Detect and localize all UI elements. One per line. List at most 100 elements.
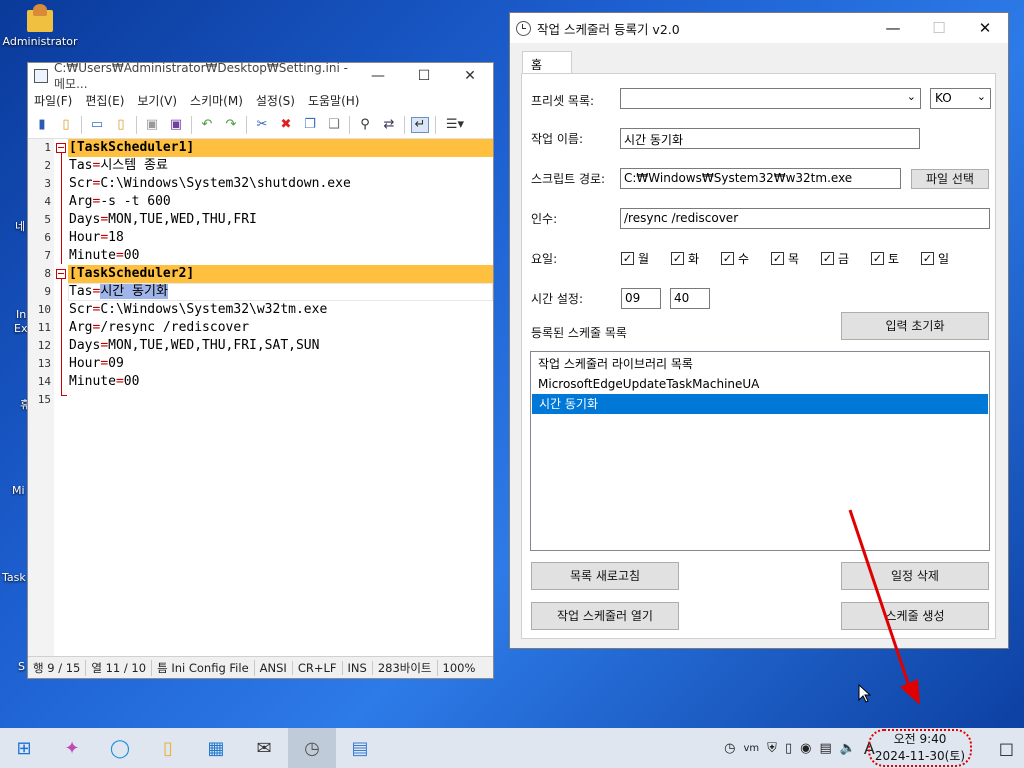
day-checkbox-tue[interactable]: ✓ 화 bbox=[671, 250, 699, 267]
desktop-edge-label[interactable]: Task bbox=[2, 571, 26, 584]
day-checkbox-fri[interactable]: ✓ 금 bbox=[821, 250, 849, 267]
edge-browser-icon[interactable]: ◯ bbox=[96, 728, 144, 768]
desktop-edge-label[interactable]: Ex bbox=[14, 322, 27, 335]
maximize-button[interactable]: ☐ bbox=[916, 19, 962, 37]
undo-icon[interactable]: ↶ bbox=[198, 117, 216, 133]
delete-icon[interactable]: ✖ bbox=[277, 117, 295, 133]
equals-sign: = bbox=[100, 230, 109, 245]
scheduler-taskbar-icon[interactable]: ◷ bbox=[288, 728, 336, 768]
status-line: 행 9 / 15 bbox=[28, 659, 87, 676]
notification-icon[interactable]: □ bbox=[999, 739, 1014, 758]
fold-toggle-icon[interactable] bbox=[56, 143, 66, 153]
folder-icon[interactable]: ▯ bbox=[112, 117, 130, 133]
args-label: 인수: bbox=[531, 212, 558, 226]
day-checkbox-thu[interactable]: ✓ 목 bbox=[771, 250, 799, 267]
close-button[interactable]: ✕ bbox=[962, 19, 1008, 37]
taskbar-clock[interactable]: 오전 9:40 2024-11-30(토) bbox=[868, 729, 972, 767]
store-icon[interactable]: ▦ bbox=[192, 728, 240, 768]
word-wrap-icon[interactable]: ↵ bbox=[411, 116, 429, 133]
ini-value: MON,TUE,WED,THU,FRI,SAT,SUN bbox=[108, 338, 320, 353]
minute-input[interactable]: 40 bbox=[670, 288, 710, 309]
equals-sign: = bbox=[115, 374, 124, 389]
day-checkbox-wed[interactable]: ✓ 수 bbox=[721, 250, 749, 267]
volume-icon[interactable]: 🔈 bbox=[840, 741, 856, 756]
list-item[interactable]: MicrosoftEdgeUpdateTaskMachineUA bbox=[531, 374, 989, 394]
security-shield-icon[interactable]: ⛨ bbox=[767, 741, 777, 756]
notepad-toolbar: ▮ ▯ ▭ ▯ ▣ ▣ ↶ ↷ ✂ ✖ ❐ ❑ ⚲ ⇄ ↵ ☰▾ bbox=[28, 111, 493, 139]
menu-edit[interactable]: 편집(E) bbox=[85, 92, 124, 109]
start-button[interactable]: ⊞ bbox=[0, 728, 48, 768]
reset-input-button[interactable]: 입력 초기화 bbox=[841, 312, 989, 340]
fold-toggle-icon[interactable] bbox=[56, 269, 66, 279]
notepad-taskbar-icon[interactable]: ▤ bbox=[336, 728, 384, 768]
equals-sign: = bbox=[100, 356, 109, 371]
menu-scheme[interactable]: 스키마(M) bbox=[190, 92, 243, 109]
line-number: 4 bbox=[44, 195, 51, 208]
notepad-menubar: 파일(F) 편집(E) 보기(V) 스키마(M) 설정(S) 도움말(H) bbox=[28, 89, 493, 111]
new-file-icon[interactable]: ▮ bbox=[33, 117, 51, 133]
editor-area[interactable]: 1 [TaskScheduler1] 2 Tas=시스템 종료 3 Scr=C:… bbox=[28, 139, 493, 658]
desktop-edge-label[interactable]: In bbox=[16, 308, 26, 321]
notepad-titlebar[interactable]: C:₩Users₩Administrator₩Desktop₩Setting.i… bbox=[28, 60, 493, 91]
day-checkbox-mon[interactable]: ✓ 월 bbox=[621, 250, 649, 267]
list-item-selected[interactable]: 시간 동기화 bbox=[532, 394, 988, 414]
list-item[interactable]: 작업 스케줄러 라이브러리 목록 bbox=[531, 354, 989, 374]
network-icon[interactable]: ▤ bbox=[819, 741, 831, 756]
maximize-button[interactable]: ☐ bbox=[401, 68, 447, 84]
menu-help[interactable]: 도움말(H) bbox=[308, 92, 360, 109]
day-label: 금 bbox=[838, 252, 850, 266]
minimize-button[interactable]: — bbox=[870, 19, 916, 37]
menu-settings[interactable]: 설정(S) bbox=[256, 92, 295, 109]
cut-icon[interactable]: ✂ bbox=[253, 117, 271, 133]
document-icon[interactable]: ▭ bbox=[88, 117, 106, 133]
find-icon[interactable]: ⚲ bbox=[356, 117, 374, 133]
day-checkbox-sat[interactable]: ✓ 토 bbox=[871, 250, 899, 267]
hour-input[interactable]: 09 bbox=[621, 288, 661, 309]
preset-dropdown[interactable]: ⌄ bbox=[620, 88, 921, 109]
notepad-title: C:₩Users₩Administrator₩Desktop₩Setting.i… bbox=[54, 60, 348, 91]
language-dropdown[interactable]: KO ⌄ bbox=[930, 88, 991, 109]
clock-tray-icon[interactable]: ◷ bbox=[724, 741, 735, 756]
copilot-icon[interactable]: ✦ bbox=[48, 728, 96, 768]
list-options-icon[interactable]: ☰▾ bbox=[442, 117, 468, 133]
redo-icon[interactable]: ↷ bbox=[222, 117, 240, 133]
status-column: 열 11 / 10 bbox=[86, 659, 153, 676]
paste-icon[interactable]: ❑ bbox=[325, 117, 343, 133]
tab-home[interactable]: 홈 bbox=[522, 51, 572, 74]
save-as-icon[interactable]: ▣ bbox=[167, 117, 185, 133]
day-checkbox-sun[interactable]: ✓ 일 bbox=[921, 250, 949, 267]
replace-icon[interactable]: ⇄ bbox=[380, 117, 398, 133]
vm-tray-icon[interactable]: vm bbox=[744, 743, 760, 754]
desktop-edge-label[interactable]: Mi bbox=[12, 484, 25, 497]
refresh-list-button[interactable]: 목록 새로고침 bbox=[531, 562, 679, 590]
minimize-button[interactable]: — bbox=[355, 68, 401, 84]
close-button[interactable]: ✕ bbox=[447, 68, 493, 84]
file-select-button[interactable]: 파일 선택 bbox=[911, 169, 989, 189]
task-name-input[interactable]: 시간 동기화 bbox=[620, 128, 920, 149]
menu-view[interactable]: 보기(V) bbox=[137, 92, 177, 109]
desktop-edge-label[interactable]: 네 bbox=[15, 218, 25, 234]
open-folder-icon[interactable]: ▯ bbox=[57, 117, 75, 133]
save-icon[interactable]: ▣ bbox=[143, 117, 161, 133]
desktop-icon-label: Administrator bbox=[2, 35, 78, 48]
desktop-icon-administrator[interactable]: Administrator bbox=[2, 4, 78, 48]
script-path-input[interactable]: C:₩Windows₩System32₩w32tm.exe bbox=[620, 168, 901, 189]
args-input[interactable]: /resync /rediscover bbox=[620, 208, 990, 229]
mail-icon[interactable]: ✉ bbox=[240, 728, 288, 768]
usb-icon[interactable]: ▯ bbox=[785, 741, 792, 756]
status-scheme: 틈 Ini Config File bbox=[152, 659, 255, 676]
file-explorer-icon[interactable]: ▯ bbox=[144, 728, 192, 768]
checkmark-icon: ✓ bbox=[821, 252, 834, 265]
copy-icon[interactable]: ❐ bbox=[301, 117, 319, 133]
line-number: 12 bbox=[37, 339, 51, 352]
editor-line-current: 9 Tas=시간 동기화 bbox=[28, 283, 493, 301]
open-scheduler-button[interactable]: 작업 스케줄러 열기 bbox=[531, 602, 679, 630]
menu-file[interactable]: 파일(F) bbox=[34, 92, 72, 109]
selected-text: 시간 동기화 bbox=[100, 284, 168, 299]
desktop-edge-label[interactable]: S bbox=[18, 660, 25, 673]
webcam-icon[interactable]: ◉ bbox=[800, 741, 811, 756]
scheduler-titlebar[interactable]: 작업 스케줄러 등록기 v2.0 — ☐ ✕ bbox=[510, 13, 1008, 43]
arrow-shaft bbox=[848, 509, 914, 696]
registered-list-label: 등록된 스케줄 목록 bbox=[531, 326, 627, 340]
ini-key: Scr bbox=[69, 176, 93, 191]
